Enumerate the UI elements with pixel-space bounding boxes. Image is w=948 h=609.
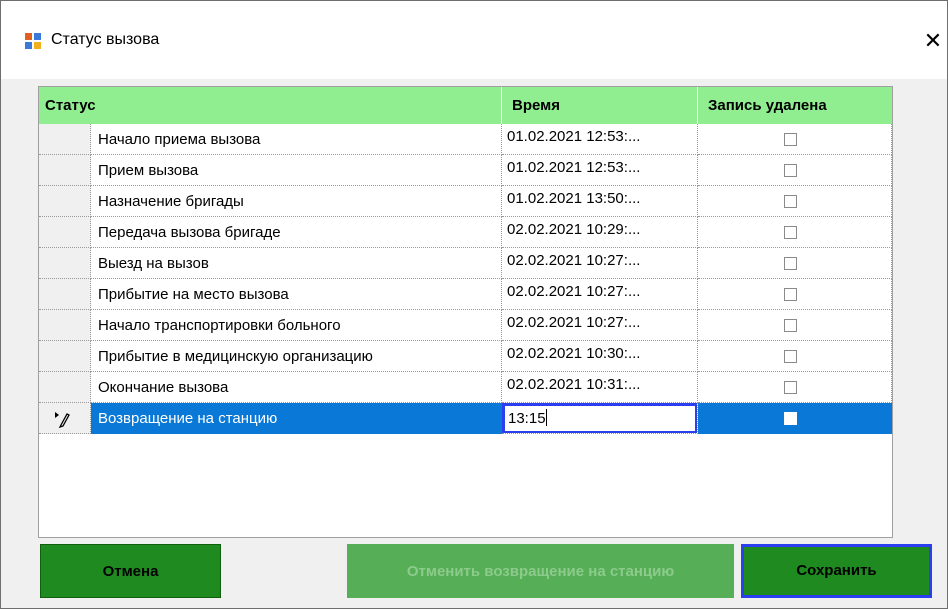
close-icon: ✕ — [923, 28, 943, 53]
row-header[interactable] — [39, 124, 91, 155]
deleted-checkbox[interactable] — [784, 381, 797, 394]
deleted-cell — [698, 310, 892, 341]
undo-return-button[interactable]: Отменить возвращение на станцию — [347, 544, 734, 598]
time-cell[interactable]: 01.02.2021 12:53:... — [502, 124, 698, 155]
deleted-checkbox[interactable] — [784, 164, 797, 177]
time-cell[interactable]: 02.02.2021 10:31:... — [502, 372, 698, 403]
deleted-checkbox[interactable] — [784, 257, 797, 270]
pencil-edit-icon — [55, 412, 70, 429]
table-row[interactable]: Начало транспортировки больного 02.02.202… — [39, 310, 892, 341]
time-edit-value: 13:15 — [508, 410, 546, 427]
save-button[interactable]: Сохранить — [741, 544, 932, 598]
time-edit-input[interactable]: 13:15 — [502, 403, 697, 433]
status-cell[interactable]: Окончание вызова — [91, 372, 502, 403]
column-header-deleted[interactable]: Запись удалена — [698, 87, 892, 124]
deleted-cell — [698, 372, 892, 403]
deleted-cell — [698, 124, 892, 155]
deleted-checkbox[interactable] — [784, 412, 797, 425]
deleted-cell — [698, 186, 892, 217]
status-cell[interactable]: Начало приема вызова — [91, 124, 502, 155]
table-row[interactable]: Прибытие на место вызова 02.02.2021 10:27… — [39, 279, 892, 310]
row-header[interactable] — [39, 155, 91, 186]
deleted-checkbox[interactable] — [784, 226, 797, 239]
time-cell[interactable]: 02.02.2021 10:27:... — [502, 310, 698, 341]
time-cell[interactable]: 02.02.2021 10:27:... — [502, 279, 698, 310]
time-cell[interactable]: 01.02.2021 13:50:... — [502, 186, 698, 217]
status-cell[interactable]: Прибытие на место вызова — [91, 279, 502, 310]
deleted-cell — [698, 248, 892, 279]
status-cell[interactable]: Назначение бригады — [91, 186, 502, 217]
close-button[interactable]: ✕ — [919, 25, 947, 57]
time-cell[interactable]: 02.02.2021 10:30:... — [502, 341, 698, 372]
deleted-checkbox[interactable] — [784, 288, 797, 301]
deleted-cell — [698, 155, 892, 186]
text-caret — [545, 409, 547, 426]
title-bar: Статус вызова ✕ — [1, 1, 947, 79]
table-row[interactable]: Начало приема вызова 01.02.2021 12:53:... — [39, 124, 892, 155]
form-app-icon — [25, 33, 41, 49]
deleted-checkbox[interactable] — [784, 319, 797, 332]
table-row[interactable]: Прибытие в медицинскую организацию 02.02.… — [39, 341, 892, 372]
time-cell[interactable]: 13:15 — [502, 403, 698, 434]
deleted-cell — [698, 279, 892, 310]
column-header-status[interactable]: Статус — [39, 87, 502, 124]
status-cell[interactable]: Возвращение на станцию — [91, 403, 502, 434]
window-title: Статус вызова — [51, 31, 160, 48]
deleted-cell — [698, 403, 892, 434]
row-header[interactable] — [39, 310, 91, 341]
row-header[interactable] — [39, 372, 91, 403]
status-cell[interactable]: Прием вызова — [91, 155, 502, 186]
time-cell[interactable]: 01.02.2021 12:53:... — [502, 155, 698, 186]
deleted-cell — [698, 217, 892, 248]
column-header-time[interactable]: Время — [502, 87, 698, 124]
row-header[interactable] — [39, 403, 91, 434]
table-row[interactable]: Возвращение на станцию 13:15 — [39, 403, 892, 434]
row-header[interactable] — [39, 217, 91, 248]
deleted-checkbox[interactable] — [784, 133, 797, 146]
table-row[interactable]: Окончание вызова 02.02.2021 10:31:... — [39, 372, 892, 403]
row-header[interactable] — [39, 186, 91, 217]
row-header[interactable] — [39, 279, 91, 310]
table-row[interactable]: Прием вызова 01.02.2021 12:53:... — [39, 155, 892, 186]
table-row[interactable]: Передача вызова бригаде 02.02.2021 10:29:… — [39, 217, 892, 248]
table-row[interactable]: Назначение бригады 01.02.2021 13:50:... — [39, 186, 892, 217]
status-grid: Статус Время Запись удалена Начало прием… — [38, 86, 893, 538]
row-header[interactable] — [39, 248, 91, 279]
deleted-checkbox[interactable] — [784, 350, 797, 363]
time-cell[interactable]: 02.02.2021 10:29:... — [502, 217, 698, 248]
dialog-window: Статус вызова ✕ Статус Время Запись удал… — [0, 0, 948, 609]
table-row[interactable]: Выезд на вызов 02.02.2021 10:27:... — [39, 248, 892, 279]
deleted-cell — [698, 341, 892, 372]
deleted-checkbox[interactable] — [784, 195, 797, 208]
status-cell[interactable]: Выезд на вызов — [91, 248, 502, 279]
row-header[interactable] — [39, 341, 91, 372]
status-cell[interactable]: Прибытие в медицинскую организацию — [91, 341, 502, 372]
status-cell[interactable]: Начало транспортировки больного — [91, 310, 502, 341]
cancel-button[interactable]: Отмена — [40, 544, 221, 598]
status-cell[interactable]: Передача вызова бригаде — [91, 217, 502, 248]
time-cell[interactable]: 02.02.2021 10:27:... — [502, 248, 698, 279]
